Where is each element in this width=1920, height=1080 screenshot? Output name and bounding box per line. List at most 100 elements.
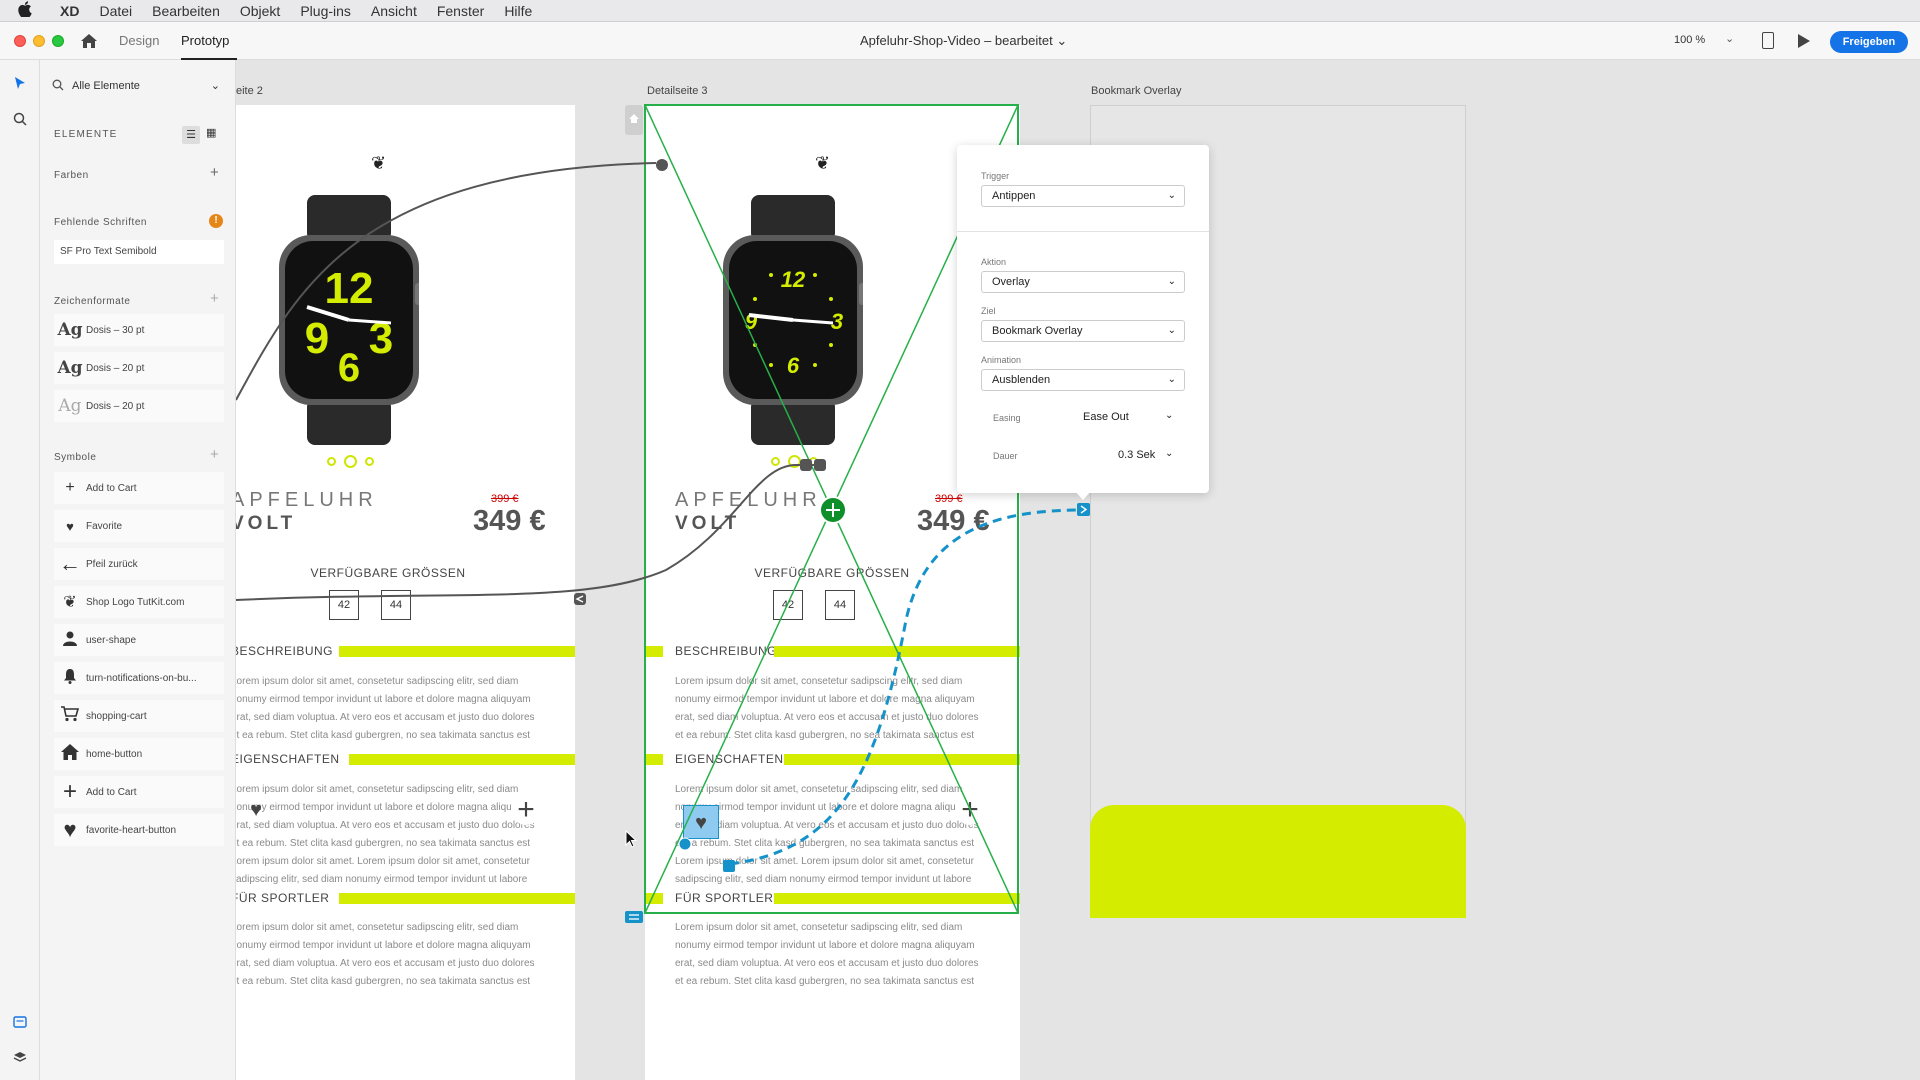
artboard-left[interactable]: ❦ 12 9 6 3 APFELUHR VOLT 399 € 349 € VER… xyxy=(236,105,575,1080)
favorite-heart-button-selected[interactable]: ♥ xyxy=(683,805,719,839)
menu-fenster[interactable]: Fenster xyxy=(427,3,494,19)
symbol-item[interactable]: home-button xyxy=(54,738,224,770)
easing-label: Easing xyxy=(993,413,1021,423)
easing-dropdown[interactable]: Ease Out xyxy=(1083,411,1129,423)
artboard-label-detail3[interactable]: Detailseite 3 xyxy=(647,85,708,97)
design-canvas[interactable]: eite 2 Detailseite 3 Bookmark Overlay ❦ … xyxy=(236,60,1920,1080)
watch-image: 12 9 6 3 xyxy=(279,195,419,445)
share-button[interactable]: Freigeben xyxy=(1830,31,1908,53)
size-option-44[interactable]: 44 xyxy=(825,590,855,620)
menu-plugins[interactable]: Plug-ins xyxy=(290,3,361,19)
add-to-cart-button[interactable]: + xyxy=(955,795,985,825)
zoom-level[interactable]: 100 % xyxy=(1674,34,1705,46)
artboard-label-overlay[interactable]: Bookmark Overlay xyxy=(1091,85,1181,97)
layers-icon[interactable] xyxy=(12,1050,28,1066)
description-text: Lorem ipsum dolor sit amet, consetetur s… xyxy=(675,676,979,741)
char-format-item[interactable]: Ag Dosis – 30 pt xyxy=(54,314,224,346)
missing-font-item[interactable]: SF Pro Text Semibold xyxy=(54,240,224,264)
home-icon xyxy=(54,743,86,765)
zoom-window-button[interactable] xyxy=(52,35,64,47)
home-icon[interactable] xyxy=(80,32,98,50)
colors-title: Farben xyxy=(54,170,89,181)
heart-icon: ♥ xyxy=(66,518,74,534)
symbol-item[interactable]: shopping-cart xyxy=(54,700,224,732)
section-bar xyxy=(645,893,663,904)
menu-objekt[interactable]: Objekt xyxy=(230,3,290,19)
char-format-item[interactable]: Ag Dosis – 20 pt xyxy=(54,352,224,384)
close-window-button[interactable] xyxy=(14,35,26,47)
product-name-line2: VOLT xyxy=(675,513,741,534)
device-preview-icon[interactable] xyxy=(1762,32,1774,49)
chevron-down-icon[interactable]: ⌄ xyxy=(1165,448,1173,459)
chevron-down-icon: ⌄ xyxy=(1167,276,1176,287)
sizes-title: VERFÜGBARE GRÖSSEN xyxy=(310,566,466,580)
zoom-chevron-icon[interactable]: ⌄ xyxy=(1725,32,1734,45)
shop-logo-icon: ❦ xyxy=(815,153,831,173)
symbol-item[interactable]: ♥ favorite-heart-button xyxy=(54,814,224,846)
add-char-format-icon[interactable]: + xyxy=(210,290,219,307)
carousel-dots[interactable] xyxy=(327,455,374,468)
trigger-dropdown[interactable]: Antippen ⌄ xyxy=(981,185,1185,207)
chevron-down-icon[interactable]: ⌄ xyxy=(1165,410,1173,421)
bell-icon xyxy=(54,668,86,689)
menu-ansicht[interactable]: Ansicht xyxy=(361,3,427,19)
action-dropdown[interactable]: Overlay ⌄ xyxy=(981,271,1185,293)
animation-dropdown[interactable]: Ausblenden ⌄ xyxy=(981,369,1185,391)
add-symbol-icon[interactable]: + xyxy=(210,446,219,463)
artboard-label-left[interactable]: eite 2 xyxy=(236,85,263,97)
size-option-42[interactable]: 42 xyxy=(329,590,359,620)
popup-pointer xyxy=(1075,491,1091,500)
symbol-item[interactable]: turn-notifications-on-bu... xyxy=(54,662,224,694)
add-to-cart-button[interactable]: + xyxy=(511,795,541,825)
duration-dropdown[interactable]: 0.3 Sek xyxy=(1118,449,1155,461)
missing-fonts-title: Fehlende Schriften xyxy=(54,217,147,228)
char-format-item[interactable]: Ag Dosis – 20 pt xyxy=(54,390,224,422)
heart-icon: ♥ xyxy=(63,817,77,842)
symbol-item[interactable]: ♥ Favorite xyxy=(54,510,224,542)
favorite-heart-button[interactable]: ♥ xyxy=(241,795,271,825)
symbol-item[interactable]: + Add to Cart xyxy=(54,472,224,504)
menu-datei[interactable]: Datei xyxy=(89,3,142,19)
list-view-icon[interactable]: ☰ xyxy=(182,126,200,144)
carousel-dots[interactable] xyxy=(771,455,818,468)
size-option-44[interactable]: 44 xyxy=(381,590,411,620)
animation-label: Animation xyxy=(981,355,1022,365)
document-title[interactable]: Apfeluhr-Shop-Video – bearbeitet ⌄ xyxy=(860,33,1067,49)
menu-app[interactable]: XD xyxy=(50,3,89,19)
plus-icon: + xyxy=(62,778,77,805)
section-bar xyxy=(339,646,575,657)
target-dropdown[interactable]: Bookmark Overlay ⌄ xyxy=(981,320,1185,342)
assets-panel: Alle Elemente ⌄ ELEMENTE ☰ ▦ Farben + Fe… xyxy=(40,60,236,1080)
plugins-icon[interactable] xyxy=(12,1015,28,1031)
tab-prototyp[interactable]: Prototyp xyxy=(181,33,229,48)
menu-bearbeiten[interactable]: Bearbeiten xyxy=(142,3,230,19)
symbol-item[interactable]: ← Pfeil zurück xyxy=(54,548,224,580)
tab-design[interactable]: Design xyxy=(119,33,159,48)
price: 349 € xyxy=(473,505,546,537)
search-icon[interactable] xyxy=(12,112,28,128)
assets-filter[interactable]: Alle Elemente ⌄ xyxy=(52,76,222,96)
symbol-item[interactable]: user-shape xyxy=(54,624,224,656)
overlay-panel[interactable] xyxy=(1090,805,1466,918)
properties-text: Lorem ipsum dolor sit amet, consetetur s… xyxy=(236,784,535,885)
price: 349 € xyxy=(917,505,990,537)
tool-rail xyxy=(0,60,40,1080)
play-icon[interactable] xyxy=(1798,34,1810,48)
char-formats-title: Zeichenformate xyxy=(54,296,131,307)
product-name-line2: VOLT xyxy=(236,513,297,534)
char-style-icon: Ag xyxy=(57,358,83,378)
symbol-item[interactable]: + Add to Cart xyxy=(54,776,224,808)
section-bar xyxy=(774,646,1020,657)
symbol-item[interactable]: ❦ Shop Logo TutKit.com xyxy=(54,586,224,618)
section-bar xyxy=(645,754,663,765)
select-icon[interactable] xyxy=(12,76,28,92)
size-option-42[interactable]: 42 xyxy=(773,590,803,620)
shop-logo-icon: ❦ xyxy=(371,153,387,173)
menu-hilfe[interactable]: Hilfe xyxy=(494,3,542,19)
minimize-window-button[interactable] xyxy=(33,35,45,47)
section-bar xyxy=(339,893,575,904)
add-color-icon[interactable]: + xyxy=(210,164,219,181)
grid-view-icon[interactable]: ▦ xyxy=(206,126,216,139)
apple-menu-icon[interactable] xyxy=(0,0,50,21)
symbols-title: Symbole xyxy=(54,452,97,463)
